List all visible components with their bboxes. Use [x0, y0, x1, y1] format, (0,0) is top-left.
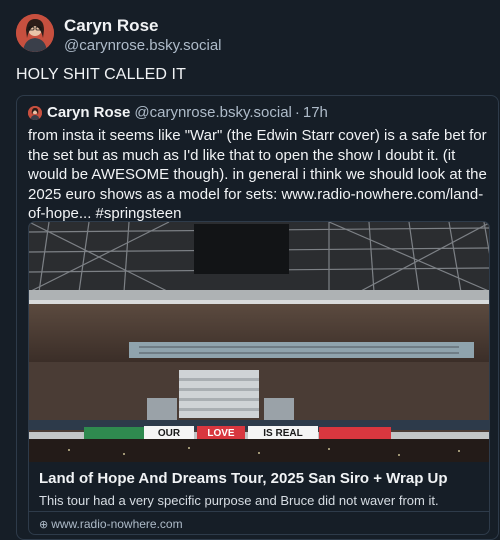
banner-word-3: IS REAL: [263, 428, 302, 439]
link-card-title[interactable]: Land of Hope And Dreams Tour, 2025 San S…: [39, 470, 448, 487]
post: Caryn Rose @carynrose.bsky.social HOLY S…: [0, 0, 500, 540]
link-card-description: This tour had a very specific purpose an…: [39, 493, 439, 508]
quoted-post[interactable]: Caryn Rose @carynrose.bsky.social · 17h fro…: [16, 95, 499, 540]
link-card-divider: [29, 511, 489, 512]
author-handle[interactable]: @carynrose.bsky.social: [64, 37, 222, 54]
link-card-image: OUR LOVE IS REAL: [29, 222, 489, 462]
quoted-separator: ·: [294, 104, 300, 121]
avatar[interactable]: [16, 14, 54, 52]
post-text: HOLY SHIT CALLED IT: [16, 66, 186, 83]
quoted-timestamp[interactable]: 17h: [303, 104, 328, 121]
quoted-text: from insta it seems like "War" (the Edwi…: [28, 127, 487, 222]
quoted-avatar-photo: [28, 106, 42, 120]
quoted-header: Caryn Rose @carynrose.bsky.social · 17h: [47, 104, 328, 121]
link-card[interactable]: OUR LOVE IS REAL Land of Hope And Dreams…: [28, 221, 490, 535]
author-name[interactable]: Caryn Rose: [64, 16, 158, 36]
link-card-domain-text: www.radio-nowhere.com: [51, 517, 183, 531]
quoted-author-handle[interactable]: @carynrose.bsky.social: [134, 104, 292, 121]
banner-word-2: LOVE: [207, 428, 235, 439]
globe-icon: ⊕: [39, 519, 49, 531]
link-card-domain[interactable]: ⊕ www.radio-nowhere.com: [39, 517, 183, 531]
banner-word-1: OUR: [158, 428, 181, 439]
quoted-avatar[interactable]: [28, 106, 42, 120]
avatar-photo: [16, 14, 54, 52]
quoted-author-name[interactable]: Caryn Rose: [47, 104, 130, 121]
